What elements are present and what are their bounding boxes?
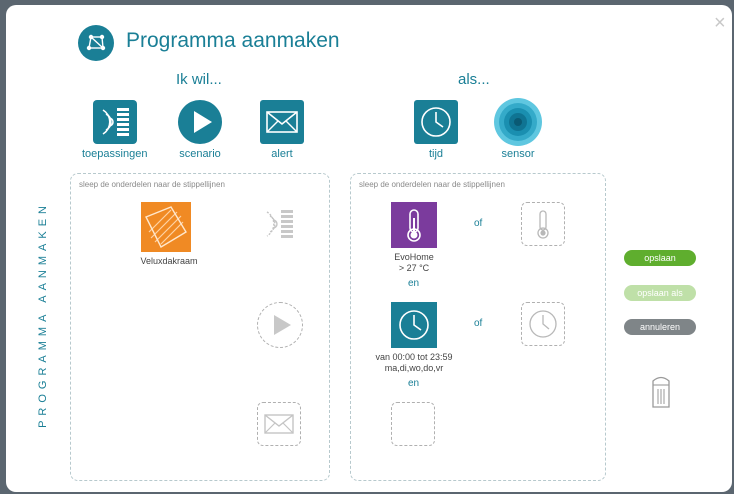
conjunction-or: of bbox=[474, 218, 483, 229]
vertical-title-text: PROGRAMMA AANMAKEN bbox=[37, 201, 49, 428]
conditions-hint: sleep de onderdelen naar de stippellijne… bbox=[359, 180, 505, 189]
toolbox-label: tijd bbox=[428, 148, 444, 160]
conjunction-or: of bbox=[474, 318, 483, 329]
toolbox-label: toepassingen bbox=[82, 148, 148, 160]
save-as-button[interactable]: opslaan als bbox=[624, 285, 696, 301]
velux-device-icon[interactable] bbox=[141, 202, 191, 252]
vertical-title: PROGRAMMA AANMAKEN bbox=[36, 201, 50, 428]
dialog-title: Programma aanmaken bbox=[126, 29, 340, 52]
clock-placeholder-icon[interactable] bbox=[521, 302, 565, 346]
play-icon bbox=[178, 100, 222, 144]
conjunction-and: en bbox=[408, 278, 420, 289]
conditions-drop-area[interactable]: sleep de onderdelen naar de stippellijne… bbox=[350, 173, 606, 481]
trash-icon[interactable] bbox=[650, 375, 672, 409]
envelope-icon bbox=[260, 100, 304, 144]
toolbox-scenario[interactable]: scenario bbox=[178, 100, 222, 160]
program-dialog: Programma aanmaken × Ik wil... als... to… bbox=[6, 5, 732, 492]
cancel-button[interactable]: annuleren bbox=[624, 319, 696, 335]
toolbox-toepassingen[interactable]: toepassingen bbox=[82, 100, 147, 160]
thermometer-placeholder-icon[interactable] bbox=[521, 202, 565, 246]
condition-detail: > 27 °C bbox=[398, 263, 430, 273]
play-placeholder-icon[interactable] bbox=[257, 302, 303, 348]
thermometer-icon[interactable] bbox=[391, 202, 437, 248]
velux-device-label: Veluxdakraam bbox=[140, 256, 198, 266]
condition-detail: ma,di,wo,do,vr bbox=[384, 363, 444, 373]
clock-icon bbox=[414, 100, 458, 144]
network-icon bbox=[78, 25, 114, 61]
empty-condition-slot[interactable] bbox=[391, 402, 435, 446]
condition-label: EvoHome bbox=[394, 252, 434, 262]
actions-hint: sleep de onderdelen naar de stippellijne… bbox=[79, 180, 225, 189]
devices-icon bbox=[92, 100, 137, 144]
conjunction-and: en bbox=[408, 378, 420, 389]
toolbox-sensor[interactable]: sensor bbox=[494, 98, 542, 160]
clock-condition-icon[interactable] bbox=[391, 302, 437, 348]
sensor-icon bbox=[494, 98, 542, 146]
toolbox-label: sensor bbox=[501, 148, 535, 160]
toolbox-alert[interactable]: alert bbox=[260, 100, 304, 160]
toolbox-label: alert bbox=[271, 148, 293, 160]
ik-wil-label: Ik wil... bbox=[176, 71, 222, 88]
condition-label: van 00:00 tot 23:59 bbox=[375, 352, 453, 362]
als-label: als... bbox=[458, 71, 490, 88]
envelope-placeholder-icon[interactable] bbox=[257, 402, 301, 446]
toolbox-label: scenario bbox=[179, 148, 221, 160]
devices-placeholder-icon bbox=[257, 202, 301, 246]
close-icon[interactable]: × bbox=[714, 13, 726, 33]
toolbox-tijd[interactable]: tijd bbox=[414, 100, 458, 160]
save-button[interactable]: opslaan bbox=[624, 250, 696, 266]
actions-drop-area[interactable]: sleep de onderdelen naar de stippellijne… bbox=[70, 173, 330, 481]
